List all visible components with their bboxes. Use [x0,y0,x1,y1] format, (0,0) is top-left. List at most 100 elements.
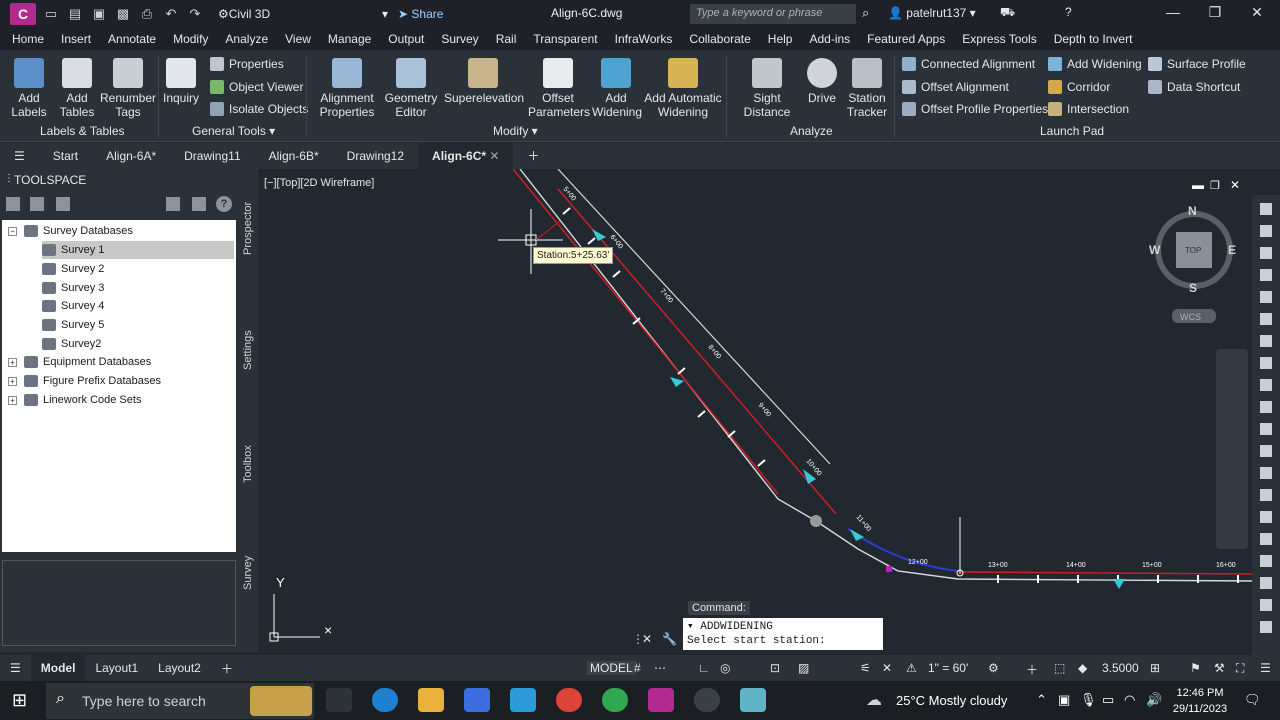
file-explorer-icon[interactable] [418,688,444,712]
snap-icon[interactable]: ⋯ [654,661,666,675]
properties-button[interactable]: Properties [210,57,284,71]
tab-drawing12[interactable]: Drawing12 [333,143,418,169]
cart-icon[interactable]: ⛟ [1000,5,1015,21]
civil3d-taskbar-icon[interactable] [648,688,674,712]
annotation-visibility-icon[interactable]: ⚟ [860,661,871,675]
surface-profile-button[interactable]: Surface Profile [1148,57,1246,71]
menu-insert[interactable]: Insert [61,32,91,46]
compass-s[interactable]: S [1189,281,1197,295]
connected-alignment-button[interactable]: Connected Alignment [902,57,1035,71]
menu-home[interactable]: Home [12,32,44,46]
panel-title-general-tools[interactable]: General Tools ▾ [192,124,275,138]
minimize-button[interactable]: — [1158,4,1188,24]
command-line[interactable]: ▾ ADDWIDENING Select start station: [683,618,883,650]
tree-item-survey2[interactable]: Survey2 [42,335,101,353]
menu-help[interactable]: Help [768,32,793,46]
navigation-bar[interactable] [1216,349,1248,549]
tree-item-survey-databases[interactable]: Survey Databases [24,222,133,240]
share-button[interactable]: ➤ Share [398,7,443,21]
toggle-item-view-icon[interactable] [166,197,180,211]
lineweight-toggle-icon[interactable]: ▨ [798,661,809,675]
meet-now-icon[interactable]: ▣ [1058,692,1070,708]
layout-menu-icon[interactable]: ☰ [0,661,31,675]
save-as-icon[interactable]: ▩ [114,6,132,22]
redo-icon[interactable]: ↷ [186,6,204,22]
viewport-close[interactable]: ✕ [1230,178,1240,192]
object-viewer-button[interactable]: Object Viewer [210,80,303,94]
panel-grip-icon[interactable]: ⋮ [4,173,14,184]
new-tab-icon[interactable]: ＋ [513,143,553,169]
microphone-icon[interactable]: 🎙 [1080,692,1097,708]
viewport-restore[interactable]: ❐ [1210,180,1220,192]
add-automatic-widening-button[interactable]: Add Automatic Widening [644,58,722,119]
add-widening-launch-button[interactable]: Add Widening [1048,57,1142,71]
tab-layout1[interactable]: Layout1 [85,661,148,675]
tree-item-survey-5[interactable]: Survey 5 [42,316,104,334]
workspace-gear-icon[interactable]: ⚙ [988,661,999,675]
menu-add-ins[interactable]: Add-ins [809,32,850,46]
corridor-button[interactable]: Corridor [1048,80,1110,94]
auto-scale-icon[interactable]: ✕ [882,661,892,675]
help-icon[interactable]: ? [1065,5,1072,19]
drive-button[interactable]: Drive [806,58,838,105]
collapse-icon[interactable]: − [8,227,17,236]
add-labels-button[interactable]: Add Labels [10,58,48,119]
tab-align-6a[interactable]: Align-6A* [92,143,170,169]
osnap-icon[interactable]: ⊡ [770,661,780,675]
tab-align-6b[interactable]: Align-6B* [255,143,333,169]
taskbar-clock[interactable]: 12:46 PM 29/11/2023 [1170,685,1230,717]
add-layout-icon[interactable]: ＋ [211,660,243,677]
menu-modify[interactable]: Modify [173,32,208,46]
menu-rail[interactable]: Rail [496,32,517,46]
data-shortcut-button[interactable]: Data Shortcut [1148,80,1240,94]
command-close-icon[interactable]: ✕ [642,632,652,646]
user-menu[interactable]: 👤 patelrut137 ▾ [888,6,976,20]
search-input[interactable]: Type a keyword or phrase [690,4,856,24]
red-widening-line[interactable] [512,169,779,495]
expand-icon[interactable]: + [8,396,17,405]
offset-parameters-button[interactable]: Offset Parameters [528,58,590,119]
restore-button[interactable]: ❐ [1200,4,1230,24]
geometry-editor-button[interactable]: Geometry Editor [384,58,438,119]
mail-icon[interactable] [510,688,536,712]
menu-analyze[interactable]: Analyze [225,32,268,46]
panel-title-modify[interactable]: Modify ▾ [493,124,538,138]
help-icon[interactable]: ? [216,196,232,212]
menu-featured-apps[interactable]: Featured Apps [867,32,945,46]
pi-point[interactable] [810,515,822,527]
offset-profile-properties-button[interactable]: Offset Profile Properties [902,102,1048,116]
menu-collaborate[interactable]: Collaborate [689,32,750,46]
tab-drawing11[interactable]: Drawing11 [170,143,254,169]
add-widening-ribbon-button[interactable]: Add Widening [592,58,642,119]
widening-grip[interactable] [670,377,684,387]
compass-e[interactable]: E [1228,243,1236,257]
annotation-scale-icon[interactable]: ⚠ [906,661,917,675]
right-tool-icons[interactable] [1252,195,1280,655]
menu-output[interactable]: Output [388,32,424,46]
offset-alignment-button[interactable]: Offset Alignment [902,80,1009,94]
store-icon[interactable] [464,688,490,712]
ortho-icon[interactable]: ∟ [698,661,710,675]
menu-survey[interactable]: Survey [441,32,478,46]
add-tables-button[interactable]: Add Tables [58,58,96,119]
menu-transparent[interactable]: Transparent [533,32,597,46]
tree-item-survey-3[interactable]: Survey 3 [42,279,104,297]
status-settings-icon[interactable]: ⚒ [1214,661,1225,675]
workspace-selector[interactable]: ⚙ Civil 3D ▾ [218,4,388,24]
inquiry-button[interactable]: Inquiry [162,58,200,105]
polar-icon[interactable]: ◎ [720,661,730,675]
alignment-properties-button[interactable]: Alignment Properties [318,58,376,119]
isolate-objects-button[interactable]: Isolate Objects [210,102,308,116]
offset-alignment-line[interactable] [557,169,831,465]
tree-item-survey-2[interactable]: Survey 2 [42,260,104,278]
open-folder-icon[interactable]: ▤ [66,6,84,22]
lineweight-icon[interactable]: ◆ [1078,661,1087,675]
utorrent-icon[interactable] [602,688,628,712]
panel-title-analyze[interactable]: Analyze [790,124,833,138]
command-prompt[interactable]: Select start station: [687,634,879,648]
list-view-icon[interactable] [30,197,44,211]
tree-item-survey-4[interactable]: Survey 4 [42,297,104,315]
close-tab-icon[interactable]: ✕ [489,149,499,163]
fullscreen-icon[interactable]: ⛶ [1236,661,1244,676]
viewport-minimize[interactable]: ▬ [1192,178,1204,192]
